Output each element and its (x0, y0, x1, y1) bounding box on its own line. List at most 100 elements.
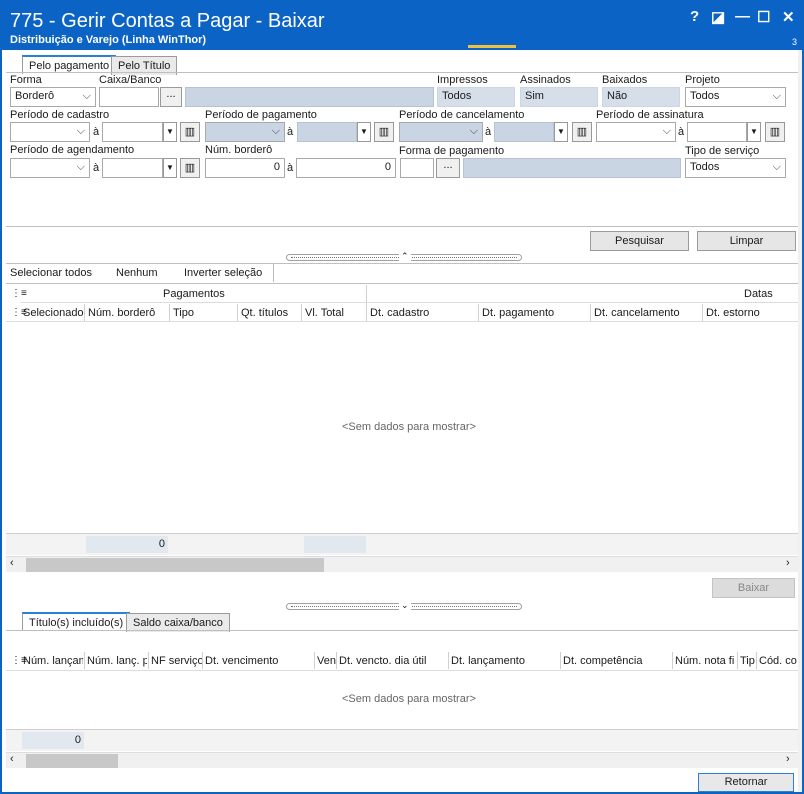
col-divider (301, 304, 302, 321)
chevron-down-icon: ⌵ (271, 125, 280, 137)
maximize-icon[interactable]: ☐ (757, 8, 770, 26)
footer-count: 0 (86, 536, 168, 553)
col-divider (756, 652, 757, 669)
calendar-icon[interactable]: ▥ (180, 158, 200, 178)
col-divider (202, 652, 203, 669)
col-divider (560, 652, 561, 669)
col-qt-titulos[interactable]: Qt. títulos (241, 307, 288, 319)
assinatura-to-input[interactable] (687, 122, 747, 142)
resize-icon[interactable]: ◪ (711, 8, 725, 26)
minimize-icon[interactable]: — (735, 8, 750, 25)
periodo-assinatura-label: Período de assinatura (596, 109, 704, 121)
col-num-nota-fiscal[interactable]: Núm. nota fi (675, 655, 735, 667)
tab-divider (6, 72, 798, 73)
cadastro-to-input[interactable] (102, 122, 163, 142)
col-tipo[interactable]: Tipo (173, 307, 194, 319)
col-divider (148, 652, 149, 669)
col-dt-competencia[interactable]: Dt. competência (563, 655, 642, 667)
col-dt-cancelamento[interactable]: Dt. cancelamento (594, 307, 680, 319)
forma-pagamento-lookup-button[interactable]: ... (436, 158, 460, 178)
tab-titulos-incluidos[interactable]: Título(s) incluído(s) (22, 612, 131, 631)
assinados-value: Sim (520, 87, 598, 107)
forma-pagamento-input[interactable] (400, 158, 434, 178)
dropdown-arrow-icon[interactable]: ▼ (163, 158, 177, 178)
forma-pagamento-description (463, 158, 681, 178)
calendar-icon[interactable]: ▥ (374, 122, 394, 142)
dropdown-arrow-icon[interactable]: ▼ (554, 122, 568, 142)
num-bordero-from-input[interactable]: 0 (205, 158, 285, 178)
scroll-right-icon[interactable]: › (786, 753, 790, 765)
col-dt-vencimento[interactable]: Dt. vencimento (205, 655, 278, 667)
col-dt-vencto-dia-util[interactable]: Dt. vencto. dia útil (339, 655, 426, 667)
scroll-left-icon[interactable]: ‹ (10, 557, 14, 569)
col-num-lanc-p[interactable]: Núm. lanç. p (87, 655, 147, 667)
chevron-down-icon: ⌵ (772, 161, 781, 173)
close-icon[interactable]: ✕ (782, 8, 795, 26)
col-cod-co[interactable]: Cód. co (759, 655, 797, 667)
inverter-selecao-button[interactable]: Inverter seleção (184, 267, 262, 279)
corner-mark: 3 (792, 37, 798, 47)
col-divider (336, 652, 337, 669)
chevron-up-icon[interactable]: ⌃ (399, 251, 411, 262)
col-vl-total[interactable]: Vl. Total (305, 307, 344, 319)
dropdown-arrow-icon[interactable]: ▼ (163, 122, 177, 142)
toolbar-separator (273, 264, 274, 282)
col-dt-lancamento[interactable]: Dt. lançamento (451, 655, 525, 667)
forma-select[interactable]: Borderô ⌵ (10, 87, 96, 107)
num-bordero-to-input[interactable]: 0 (296, 158, 396, 178)
horizontal-scrollbar[interactable]: ‹ › (6, 556, 798, 572)
caixa-input[interactable] (99, 87, 159, 107)
agendamento-to-input[interactable] (102, 158, 163, 178)
col-tipo[interactable]: Tip (740, 655, 755, 667)
periodo-agendamento-label: Período de agendamento (10, 144, 135, 156)
nenhum-button[interactable]: Nenhum (116, 267, 158, 279)
agendamento-from-select[interactable]: ⌵ (10, 158, 90, 178)
footer-count: 0 (22, 732, 84, 749)
col-num-lancamento[interactable]: Núm. lançam (23, 655, 83, 667)
baixar-button[interactable]: Baixar (712, 578, 795, 598)
scroll-right-icon[interactable]: › (786, 557, 790, 569)
scrollbar-thumb[interactable] (26, 754, 118, 768)
col-dt-estorno[interactable]: Dt. estorno (706, 307, 760, 319)
vertical-scrollbar[interactable] (798, 50, 802, 792)
calendar-icon[interactable]: ▥ (180, 122, 200, 142)
col-nf-servico[interactable]: NF serviço (151, 655, 204, 667)
group-row-divider (20, 302, 798, 303)
col-ven[interactable]: Ven (317, 655, 336, 667)
grid-menu-icon[interactable]: ⋮≡ (11, 288, 27, 299)
filters-divider (6, 226, 798, 227)
selecionar-todos-button[interactable]: Selecionar todos (10, 267, 92, 279)
impressos-label: Impressos (437, 74, 488, 86)
col-num-bordero[interactable]: Núm. borderô (88, 307, 155, 319)
tipo-servico-select[interactable]: Todos ⌵ (685, 158, 786, 178)
grid-empty-message: <Sem dados para mostrar> (342, 421, 476, 433)
scroll-left-icon[interactable]: ‹ (10, 753, 14, 765)
caixa-lookup-button[interactable]: ... (160, 87, 182, 107)
limpar-button[interactable]: Limpar (697, 231, 796, 251)
scrollbar-thumb[interactable] (26, 558, 324, 572)
help-icon[interactable]: ? (690, 8, 699, 25)
calendar-icon[interactable]: ▥ (765, 122, 785, 142)
cancelamento-to-input[interactable] (494, 122, 554, 142)
pagamento-from-select[interactable]: ⌵ (205, 122, 285, 142)
pagamento-to-input[interactable] (297, 122, 357, 142)
col-dt-pagamento[interactable]: Dt. pagamento (482, 307, 554, 319)
caixa-label: Caixa/Banco (99, 74, 162, 86)
col-selecionado[interactable]: Selecionado (23, 307, 84, 319)
assinados-label: Assinados (520, 74, 571, 86)
calendar-icon[interactable]: ▥ (572, 122, 592, 142)
chevron-down-icon[interactable]: ⌄ (399, 600, 411, 611)
forma-label: Forma (10, 74, 42, 86)
a-label: à (93, 162, 100, 174)
retornar-button[interactable]: Retornar (698, 773, 794, 792)
projeto-select[interactable]: Todos ⌵ (685, 87, 786, 107)
cancelamento-from-select[interactable]: ⌵ (399, 122, 483, 142)
tab-divider (6, 630, 798, 631)
col-dt-cadastro[interactable]: Dt. cadastro (370, 307, 429, 319)
dropdown-arrow-icon[interactable]: ▼ (747, 122, 761, 142)
pesquisar-button[interactable]: Pesquisar (590, 231, 689, 251)
dropdown-arrow-icon[interactable]: ▼ (357, 122, 371, 142)
cadastro-from-select[interactable]: ⌵ (10, 122, 90, 142)
assinatura-from-select[interactable]: ⌵ (596, 122, 676, 142)
horizontal-scrollbar[interactable]: ‹ › (6, 752, 798, 768)
